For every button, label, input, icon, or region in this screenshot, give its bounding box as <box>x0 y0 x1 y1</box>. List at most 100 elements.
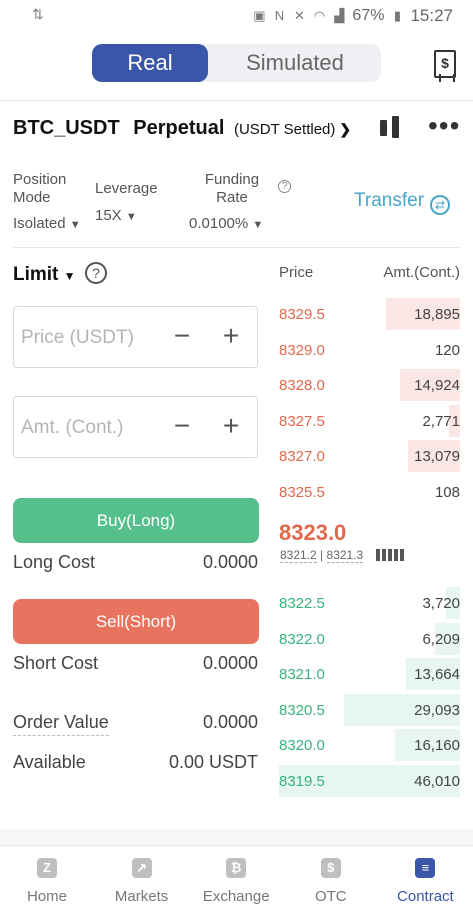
chart-icon: ↗ <box>131 858 152 878</box>
mark-price: 8321.2 <box>280 548 317 563</box>
ask-row[interactable]: 8325.5 108 <box>279 476 460 512</box>
nav-item-home[interactable]: Z Home <box>0 846 94 910</box>
ask-row[interactable]: 8328.0 14,924 <box>279 369 460 405</box>
bid-amount: 6,209 <box>422 630 460 648</box>
bottom-navigation: Z Home ↗ Markets ₿ Exchange $ OTC ≡ Contract <box>0 845 473 909</box>
long-cost-value: 0.0000 <box>202 552 258 572</box>
battery-icon: ▮ <box>393 8 402 23</box>
bid-price: 8321.0 <box>279 666 325 684</box>
ask-row[interactable]: 8329.0 120 <box>279 334 460 370</box>
price-separator: | <box>320 548 324 562</box>
order-type-selector[interactable]: Limit ▼ <box>13 264 76 286</box>
order-help-icon[interactable]: ? <box>85 262 107 284</box>
tab-simulated[interactable]: Simulated <box>210 44 380 82</box>
order-value-value: 0.0000 <box>202 712 258 732</box>
funding-rate-value: 0.0100% <box>189 215 249 232</box>
amount-input[interactable] <box>21 415 161 441</box>
header-divider <box>0 100 473 101</box>
more-options-icon[interactable]: ••• <box>428 112 460 140</box>
ask-price: 8325.5 <box>279 484 325 501</box>
chevron-down-icon: ▼ <box>252 219 264 231</box>
ask-row[interactable]: 8329.5 18,895 <box>279 298 460 334</box>
ask-price: 8329.5 <box>279 306 325 323</box>
bitcoin-icon: ₿ <box>226 858 247 878</box>
nfc-icon: N <box>274 8 285 23</box>
short-cost-label: Short Cost <box>13 653 99 673</box>
ask-price: 8329.0 <box>279 341 325 359</box>
chevron-right-icon: ❯ <box>339 121 352 137</box>
nav-label: Contract <box>397 888 454 905</box>
chevron-down-icon: ▼ <box>63 269 76 283</box>
funding-rate-selector[interactable]: Funding Rate 0.0100% ▼ <box>189 171 275 232</box>
price-decrement-button[interactable]: − <box>170 321 194 351</box>
signal-icon: ▟ <box>334 8 345 23</box>
bill-icon[interactable]: $ <box>434 50 456 82</box>
bid-row[interactable]: 8321.0 13,664 <box>279 658 460 694</box>
amount-increment-button[interactable]: + <box>218 411 244 441</box>
nav-item-contract[interactable]: ≡ Contract <box>378 846 472 910</box>
candlestick-chart-icon[interactable] <box>377 116 403 140</box>
bid-row[interactable]: 8322.0 6,209 <box>279 622 460 659</box>
bid-row[interactable]: 8322.5 3,720 <box>279 587 460 623</box>
nav-item-otc[interactable]: $ OTC <box>284 846 378 910</box>
nav-item-markets[interactable]: ↗ Markets <box>95 846 189 910</box>
sell-short-button[interactable]: Sell(Short) <box>13 599 259 644</box>
funding-rate-label-2: Rate <box>216 189 248 206</box>
bid-price: 8320.5 <box>279 701 325 719</box>
order-value-label[interactable]: Order Value <box>13 712 109 736</box>
transfer-icon: ⇄ <box>430 195 451 215</box>
dollar-icon: $ <box>320 858 341 878</box>
ask-row[interactable]: 8327.0 13,079 <box>279 440 460 476</box>
ask-amount: 120 <box>434 341 460 359</box>
price-increment-button[interactable]: + <box>218 321 244 351</box>
position-mode-label-2: Mode <box>13 189 51 206</box>
ask-row[interactable]: 8327.5 2,771 <box>279 404 460 441</box>
leverage-selector[interactable]: Leverage 15X ▼ <box>95 180 158 224</box>
contract-icon: ≡ <box>415 858 436 878</box>
contract-selector[interactable]: BTC_USDT Perpetual (USDT Settled) ❯ <box>13 117 351 140</box>
amount-decrement-button[interactable]: − <box>170 411 194 441</box>
price-input[interactable] <box>21 325 161 351</box>
data-transfer-icon: ⇅ <box>32 6 44 22</box>
bid-price: 8322.0 <box>279 630 325 648</box>
ask-amount: 108 <box>434 484 460 501</box>
contract-type: Perpetual <box>133 117 225 139</box>
battery-percent: 67% <box>352 7 385 24</box>
nav-item-exchange[interactable]: ₿ Exchange <box>189 846 283 910</box>
bid-row[interactable]: 8320.0 16,160 <box>279 729 460 765</box>
mute-icon: ✕ <box>293 8 305 23</box>
status-icons: ▣ N ✕ ◠ ▟ 67% ▮ 15:27 <box>252 6 453 26</box>
clock: 15:27 <box>410 6 453 25</box>
leverage-value: 15X <box>95 207 122 224</box>
orderbook-price-header: Price <box>279 264 314 281</box>
position-mode-selector[interactable]: Position Mode Isolated ▼ <box>13 171 81 232</box>
available-label: Available <box>13 752 86 772</box>
bid-row[interactable]: 8320.5 29,093 <box>279 693 460 730</box>
nav-spacer <box>0 829 473 845</box>
transfer-button[interactable]: Transfer ⇄ <box>354 190 451 215</box>
status-bar: ⇅ ▣ N ✕ ◠ ▟ 67% ▮ 15:27 <box>0 0 473 32</box>
nav-label: OTC <box>314 888 347 905</box>
home-icon: Z <box>37 858 57 878</box>
tab-real[interactable]: Real <box>92 44 208 82</box>
chevron-down-icon: ▼ <box>69 219 81 231</box>
bid-amount: 46,010 <box>414 773 460 790</box>
transfer-label: Transfer <box>354 190 425 211</box>
bid-row[interactable]: 8319.5 46,010 <box>279 765 460 801</box>
help-icon[interactable]: ? <box>278 180 291 193</box>
bid-amount: 13,664 <box>414 666 460 684</box>
contract-settlement: (USDT Settled) <box>233 121 336 138</box>
long-cost-label: Long Cost <box>13 552 96 572</box>
orderbook-amount-header: Amt.(Cont.) <box>383 264 460 281</box>
bid-amount: 16,160 <box>414 737 460 755</box>
position-mode-label-1: Position <box>13 171 67 188</box>
buy-long-button[interactable]: Buy(Long) <box>13 498 259 543</box>
ask-price: 8328.0 <box>279 377 325 395</box>
index-price: 8321.3 <box>326 548 364 563</box>
short-cost-value: 0.0000 <box>202 653 258 673</box>
position-mode-value: Isolated <box>13 215 66 232</box>
last-price[interactable]: 8323.0 <box>279 520 346 546</box>
info-divider <box>13 247 460 248</box>
funding-rate-label-1: Funding <box>204 171 260 188</box>
depth-toggle-icon[interactable] <box>376 549 404 561</box>
